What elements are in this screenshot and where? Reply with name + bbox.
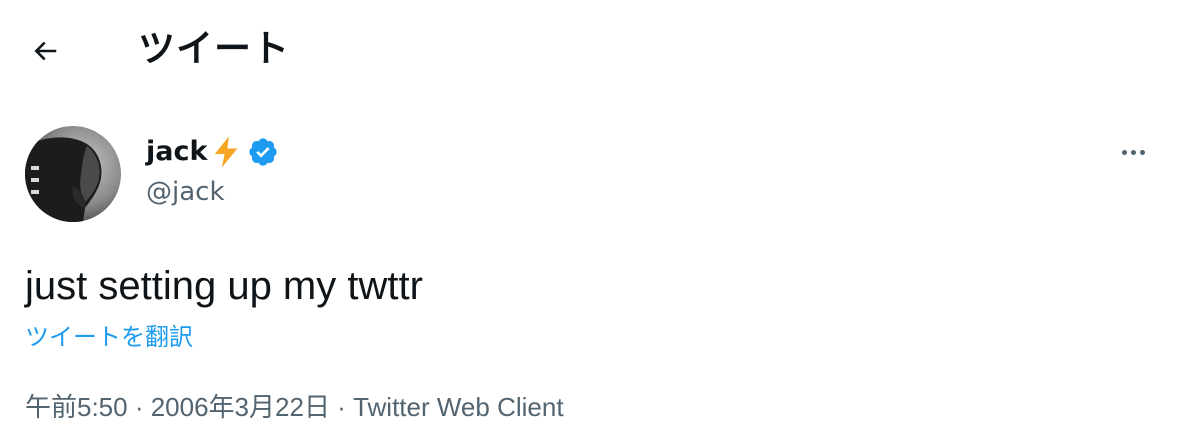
author-block[interactable]: jack @jack (146, 132, 279, 210)
page-title: ツイート (138, 27, 290, 70)
more-dot-icon (1121, 149, 1127, 155)
profile-photo (25, 126, 121, 222)
user-handle[interactable]: @jack (146, 174, 279, 210)
arrow-left-icon (34, 41, 57, 61)
verified-badge-icon[interactable] (247, 136, 279, 168)
avatar[interactable] (25, 126, 121, 222)
back-button[interactable] (22, 28, 68, 74)
tweet-text: just setting up my twttr (25, 264, 423, 308)
more-dot-icon (1139, 149, 1145, 155)
tweet-source[interactable]: Twitter Web Client (353, 392, 563, 422)
meta-separator: · (329, 392, 354, 422)
name-row: jack (146, 132, 279, 172)
more-options-button[interactable] (1110, 132, 1156, 172)
top-bar: ツイート (0, 0, 1188, 100)
display-name[interactable]: jack (146, 132, 207, 172)
translate-tweet-link[interactable]: ツイートを翻訳 (25, 320, 193, 354)
tweet-date[interactable]: 2006年3月22日 (151, 392, 330, 422)
meta-separator: · (127, 392, 151, 422)
more-dot-icon (1130, 149, 1136, 155)
tweet-time[interactable]: 午前5:50 (25, 392, 128, 422)
tweet-metadata: 午前5:50 · 2006年3月22日 · Twitter Web Client (25, 388, 564, 426)
lightning-bolt-icon (215, 136, 238, 168)
